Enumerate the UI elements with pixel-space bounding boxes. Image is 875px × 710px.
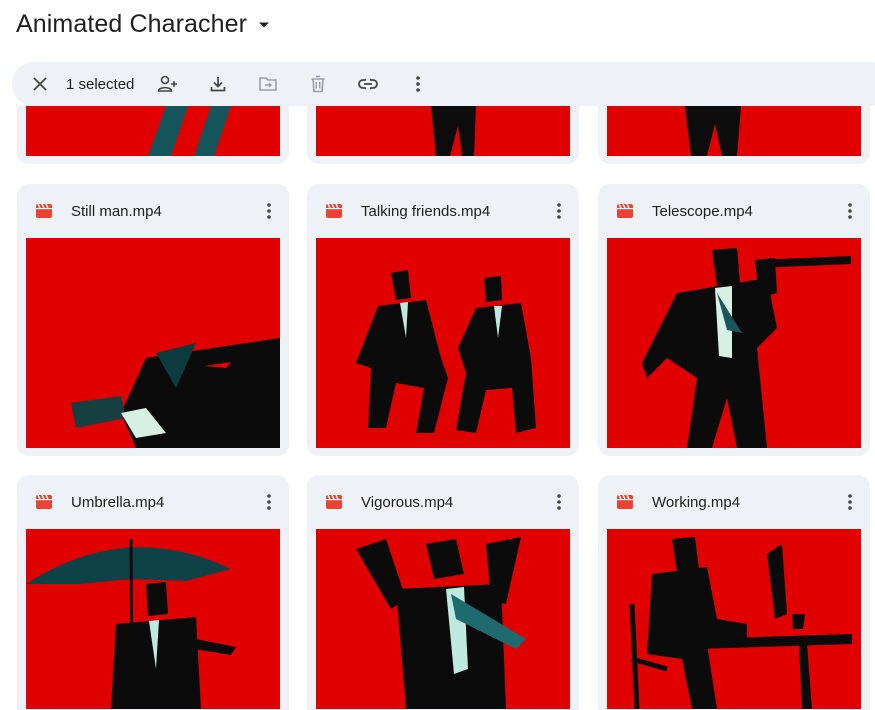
download-icon[interactable] [202,68,234,100]
file-card[interactable] [17,106,289,164]
file-name: Talking friends.mp4 [361,202,491,220]
more-options-icon[interactable] [545,197,573,225]
video-file-icon [325,493,343,511]
video-thumbnail [26,106,280,156]
file-name: Telescope.mp4 [652,202,753,220]
file-name: Umbrella.mp4 [71,493,165,511]
video-thumbnail [607,529,861,709]
selected-count: 1 selected [66,75,135,93]
caret-down-icon[interactable] [253,14,275,36]
file-card-vigorous[interactable]: Vigorous.mp4 [307,475,579,710]
file-name: Working.mp4 [652,493,741,511]
video-file-icon [35,202,53,220]
more-options-icon[interactable] [255,197,283,225]
file-card[interactable] [307,106,579,164]
video-thumbnail [316,106,570,156]
video-thumbnail [316,529,570,709]
file-card[interactable] [598,106,870,164]
share-person-add-icon[interactable] [152,68,184,100]
more-options-icon[interactable] [836,197,864,225]
file-card-talking-friends[interactable]: Talking friends.mp4 [307,184,579,456]
file-card-umbrella[interactable]: Umbrella.mp4 [17,475,289,710]
previous-row [0,106,875,168]
more-options-icon[interactable] [255,488,283,516]
folder-header: Animated Characher [16,10,275,39]
video-thumbnail [26,529,280,709]
file-card-still-man[interactable]: Still man.mp4 [17,184,289,456]
video-file-icon [325,202,343,220]
more-actions-icon[interactable] [402,68,434,100]
video-file-icon [616,202,634,220]
file-name: Vigorous.mp4 [361,493,454,511]
folder-title[interactable]: Animated Characher [16,10,247,39]
file-card-telescope[interactable]: Telescope.mp4 [598,184,870,456]
trash-icon[interactable] [302,68,334,100]
video-thumbnail [607,106,861,156]
more-options-icon[interactable] [545,488,573,516]
video-thumbnail [607,238,861,448]
file-name: Still man.mp4 [71,202,162,220]
selection-toolbar: 1 selected [12,62,875,106]
link-icon[interactable] [352,68,384,100]
video-thumbnail [26,238,280,448]
video-file-icon [35,493,53,511]
move-to-folder-icon[interactable] [252,68,284,100]
video-thumbnail [316,238,570,448]
video-file-icon [616,493,634,511]
more-options-icon[interactable] [836,488,864,516]
file-card-working[interactable]: Working.mp4 [598,475,870,710]
close-icon[interactable] [24,68,56,100]
